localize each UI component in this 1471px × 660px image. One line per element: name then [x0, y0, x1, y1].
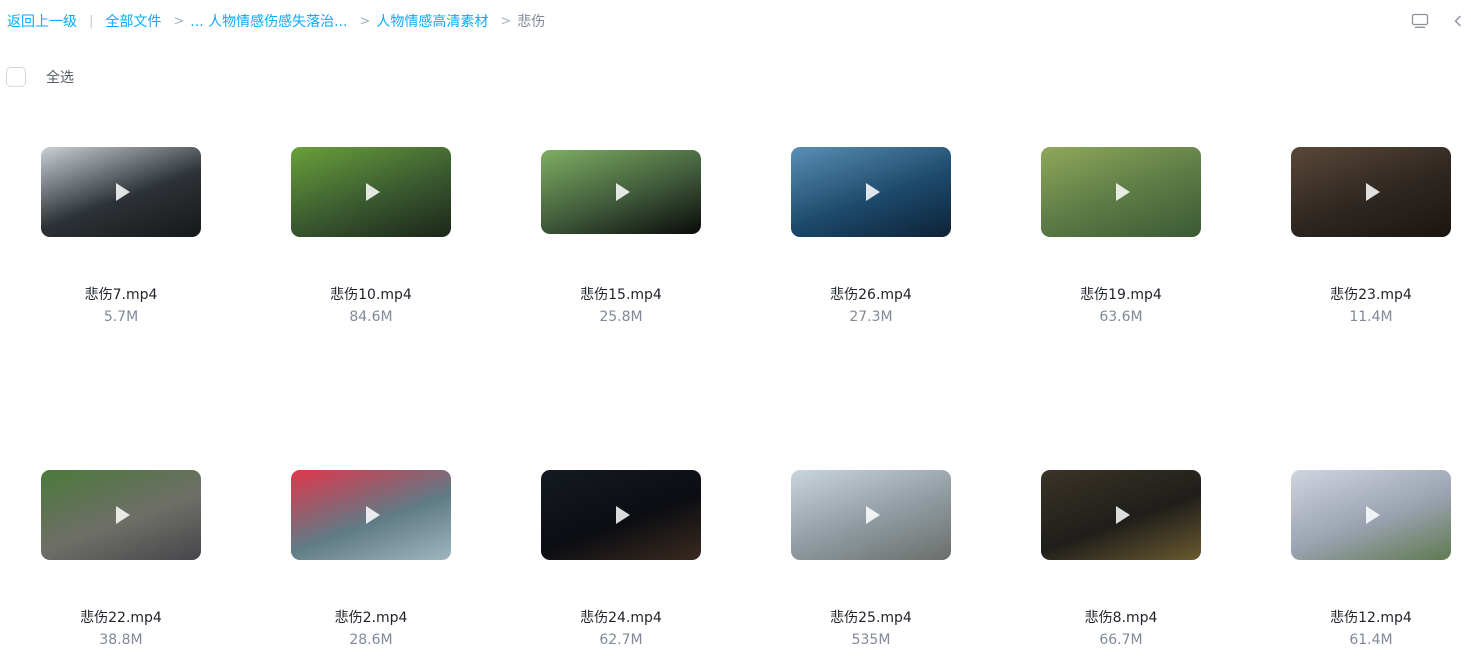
file-size: 84.6M [349, 309, 393, 325]
select-all[interactable]: 全选 [6, 67, 74, 87]
select-all-label: 全选 [46, 70, 74, 86]
play-icon [1366, 506, 1380, 524]
play-icon [866, 506, 880, 524]
chevron-left-icon[interactable] [1452, 13, 1464, 29]
select-all-checkbox[interactable] [6, 67, 26, 87]
file-name[interactable]: 悲伤8.mp4 [1000, 607, 1242, 627]
file-name[interactable]: 悲伤22.mp4 [0, 607, 242, 627]
video-thumbnail[interactable] [791, 470, 951, 560]
file-size: 61.4M [1349, 632, 1393, 648]
file-tile[interactable]: 悲伤8.mp4 66.7M [1000, 470, 1250, 660]
file-name[interactable]: 悲伤19.mp4 [1000, 284, 1242, 304]
file-tile[interactable]: 悲伤7.mp4 5.7M [0, 147, 250, 347]
breadcrumb-parent[interactable]: 人物情感高清素材 [376, 12, 488, 32]
play-icon [1116, 506, 1130, 524]
file-tile[interactable]: 悲伤2.mp4 28.6M [250, 470, 500, 660]
video-thumbnail[interactable] [541, 470, 701, 560]
back-link[interactable]: 返回上一级 [7, 12, 77, 32]
file-size: 5.7M [103, 309, 139, 325]
screen-icon[interactable] [1411, 13, 1429, 29]
video-thumbnail[interactable] [41, 470, 201, 560]
file-size: 38.8M [99, 632, 143, 648]
play-icon [866, 183, 880, 201]
file-tile[interactable]: 悲伤10.mp4 84.6M [250, 147, 500, 347]
file-size: 25.8M [599, 309, 643, 325]
video-thumbnail[interactable] [41, 147, 201, 237]
file-tile[interactable]: 悲伤24.mp4 62.7M [500, 470, 750, 660]
play-icon [116, 506, 130, 524]
video-thumbnail[interactable] [791, 147, 951, 237]
file-name[interactable]: 悲伤23.mp4 [1250, 284, 1471, 304]
breadcrumb-separator: > [500, 14, 512, 29]
play-icon [366, 183, 380, 201]
file-tile[interactable]: 悲伤25.mp4 535M [750, 470, 1000, 660]
video-thumbnail[interactable] [1041, 470, 1201, 560]
file-tile[interactable]: 悲伤15.mp4 25.8M [500, 147, 750, 347]
file-name[interactable]: 悲伤12.mp4 [1250, 607, 1471, 627]
video-thumbnail[interactable] [1291, 147, 1451, 237]
file-tile[interactable]: 悲伤26.mp4 27.3M [750, 147, 1000, 347]
file-tile[interactable]: 悲伤19.mp4 63.6M [1000, 147, 1250, 347]
file-tile[interactable]: 悲伤23.mp4 11.4M [1250, 147, 1471, 347]
play-icon [1366, 183, 1380, 201]
top-bar: 返回上一级 | 全部文件 > ... 人物情感伤感失落治... > 人物情感高清… [0, 0, 1471, 44]
file-name[interactable]: 悲伤7.mp4 [0, 284, 242, 304]
breadcrumb-parent-truncated[interactable]: ... 人物情感伤感失落治... [190, 12, 347, 32]
breadcrumb-current: 悲伤 [517, 14, 546, 30]
file-tile[interactable]: 悲伤22.mp4 38.8M [0, 470, 250, 660]
video-thumbnail[interactable] [291, 147, 451, 237]
breadcrumb-divider: | [89, 14, 94, 29]
file-size: 535M [851, 632, 891, 648]
file-size: 28.6M [349, 632, 393, 648]
file-name[interactable]: 悲伤2.mp4 [250, 607, 492, 627]
file-size: 63.6M [1099, 309, 1143, 325]
video-thumbnail[interactable] [541, 150, 701, 234]
play-icon [116, 183, 130, 201]
video-thumbnail[interactable] [291, 470, 451, 560]
breadcrumb-root[interactable]: 全部文件 [105, 12, 161, 32]
file-size: 11.4M [1349, 309, 1393, 325]
breadcrumb-separator: > [173, 14, 185, 29]
play-icon [366, 506, 380, 524]
play-icon [616, 506, 630, 524]
file-name[interactable]: 悲伤26.mp4 [750, 284, 992, 304]
file-name[interactable]: 悲伤10.mp4 [250, 284, 492, 304]
file-name[interactable]: 悲伤24.mp4 [500, 607, 742, 627]
video-thumbnail[interactable] [1041, 147, 1201, 237]
breadcrumb: 返回上一级 | 全部文件 > ... 人物情感伤感失落治... > 人物情感高清… [7, 12, 545, 32]
file-name[interactable]: 悲伤15.mp4 [500, 284, 742, 304]
breadcrumb-separator: > [359, 14, 371, 29]
file-size: 27.3M [849, 309, 893, 325]
file-size: 66.7M [1099, 632, 1143, 648]
file-tile[interactable]: 悲伤12.mp4 61.4M [1250, 470, 1471, 660]
play-icon [616, 183, 630, 201]
play-icon [1116, 183, 1130, 201]
video-thumbnail[interactable] [1291, 470, 1451, 560]
file-name[interactable]: 悲伤25.mp4 [750, 607, 992, 627]
file-size: 62.7M [599, 632, 643, 648]
